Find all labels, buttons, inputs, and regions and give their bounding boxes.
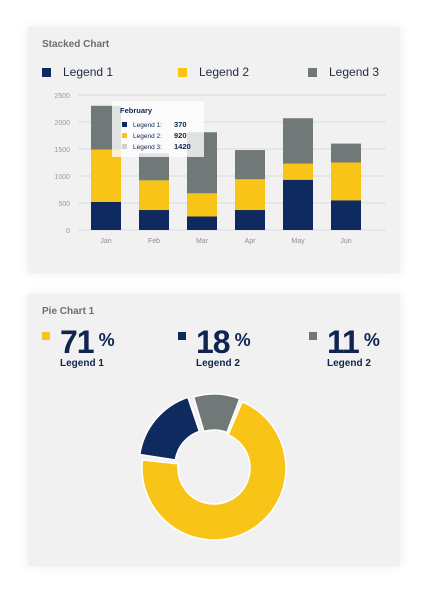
stacked-bar-chart: 05001000150020002500 Jan Feb Mar Apr May Jun … (54, 93, 386, 245)
bar-segment-3[interactable] (235, 150, 265, 180)
x-tick-label: Mar (196, 238, 209, 245)
tooltip-swatch-1 (122, 122, 127, 127)
bar-segment-2[interactable] (331, 162, 361, 201)
tooltip-value-3: 1420 (174, 142, 191, 151)
bar-segment-1[interactable] (283, 179, 313, 230)
bar-segment-2[interactable] (235, 179, 265, 211)
x-tick-label: May (291, 238, 305, 245)
y-tick-label: 1500 (54, 147, 70, 154)
y-tick-label: 500 (58, 201, 70, 208)
bar-segment-2[interactable] (283, 163, 313, 180)
bar-segment-2[interactable] (91, 149, 121, 202)
donut-slice-2[interactable] (138, 396, 201, 461)
bar-segment-3[interactable] (283, 118, 313, 164)
y-tick-label: 2500 (54, 93, 70, 100)
tooltip-value-1: 370 (174, 120, 187, 129)
x-tick-label: Apr (245, 238, 257, 245)
y-tick-label: 0 (66, 228, 70, 235)
tooltip-title: February (120, 106, 153, 115)
tooltip-value-2: 920 (174, 131, 187, 140)
bar-segment-2[interactable] (139, 180, 169, 211)
bar-segment-3[interactable] (331, 143, 361, 163)
bar-segment-1[interactable] (235, 210, 265, 230)
tooltip-swatch-3 (122, 144, 127, 149)
x-tick-label: Feb (148, 238, 160, 245)
y-tick-label: 1000 (54, 174, 70, 181)
bar-segment-1[interactable] (139, 210, 169, 230)
tooltip-label-3: Legend 3: (133, 144, 162, 151)
bar-segment-2[interactable] (187, 193, 217, 217)
x-tick-label: Jan (100, 238, 111, 245)
bar-segment-3[interactable] (139, 153, 169, 181)
tooltip-swatch-2 (122, 133, 127, 138)
y-tick-label: 2000 (54, 120, 70, 127)
stacked-chart-card: Stacked Chart Legend 1 Legend 2 Legend 3… (28, 27, 400, 273)
bar-segment-1[interactable] (187, 216, 217, 231)
x-tick-label: Jun (340, 238, 351, 245)
tooltip-label-2: Legend 2: (133, 133, 162, 140)
bar-segment-1[interactable] (331, 200, 361, 230)
tooltip: February Legend 1: 370 Legend 2: 920 Leg… (112, 101, 204, 157)
donut-chart (138, 393, 287, 541)
pie-chart-card: Pie Chart 1 71 % Legend 1 18 % Legend 2 … (28, 294, 400, 566)
bar-segment-1[interactable] (91, 201, 121, 230)
tooltip-label-1: Legend 1: (133, 122, 162, 129)
